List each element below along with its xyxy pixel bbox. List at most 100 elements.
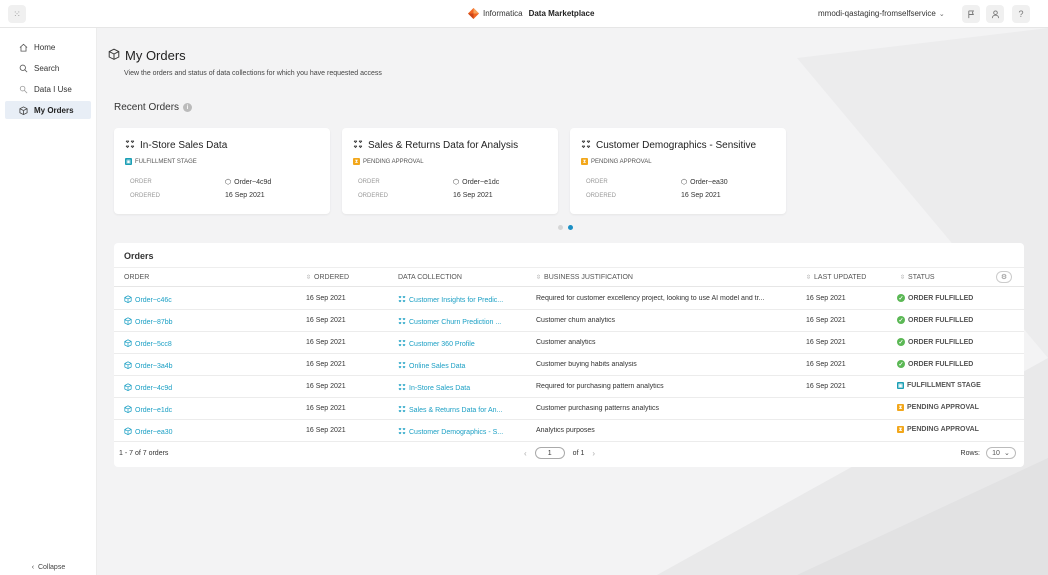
gear-icon[interactable]: ⚙ [996, 271, 1012, 283]
status-badge: ▣ FULFILLMENT STAGE [897, 382, 981, 389]
business-justification: Customer buying habits analysis [536, 361, 637, 368]
page-number-input[interactable]: 1 [534, 447, 565, 459]
sort-icon: ⇳ [306, 275, 312, 281]
table-header: ORDER ⇳ ORDERED DATA COLLECTION ⇳ BUSINESS… [114, 267, 1024, 287]
orders-panel: Orders ORDER ⇳ ORDERED DATA COLLECTION ⇳ B… [114, 243, 1024, 467]
carousel-dot[interactable] [558, 225, 563, 230]
card-title: In-Store Sales Data [140, 140, 228, 151]
status-badge: ✓ ORDER FULFILLED [897, 294, 974, 302]
order-link[interactable]: Order~4c9d [124, 383, 294, 393]
sidebar-item-my-orders[interactable]: My Orders [5, 101, 91, 119]
hourglass-icon: ⧗ [897, 426, 904, 433]
status-badge: ⧗ PENDING APPROVAL [897, 426, 979, 433]
table-row: Order~87bb 16 Sep 2021 Customer Churn Pred… [114, 310, 1024, 332]
order-link[interactable]: Order~c46c [124, 295, 294, 305]
table-row: Order~e1dc 16 Sep 2021 Sales & Returns Dat… [114, 398, 1024, 420]
column-header-data-collection[interactable]: DATA COLLECTION [398, 274, 462, 281]
table-row: Order~ea30 16 Sep 2021 Customer Demographi… [114, 420, 1024, 442]
ordered-date: 16 Sep 2021 [306, 427, 346, 434]
card-order-id: Order~4c9d [234, 178, 272, 186]
data-collection-icon [398, 405, 406, 415]
recent-order-card[interactable]: In-Store Sales Data ▣ FULFILLMENT STAGE … [114, 128, 330, 214]
package-icon: ⬡ [681, 179, 688, 186]
column-header-last-updated[interactable]: ⇳ LAST UPDATED [806, 274, 866, 281]
column-header-order[interactable]: ORDER [124, 274, 149, 281]
app-switcher-icon[interactable]: ⁙ [8, 5, 26, 23]
sidebar-item-home[interactable]: Home [5, 38, 91, 56]
chevron-left-icon[interactable]: ‹ [524, 449, 527, 458]
info-icon[interactable]: i [183, 103, 193, 112]
data-collection-link[interactable]: Customer Insights for Predic... [398, 295, 528, 305]
order-link[interactable]: Order~ea30 [124, 427, 294, 437]
data-collection-link[interactable]: Online Sales Data [398, 361, 528, 371]
card-ordered-date: 16 Sep 2021 [681, 192, 721, 199]
chevron-left-icon: ‹ [31, 564, 35, 571]
table-row: Order~5cc8 16 Sep 2021 Customer 360 Profil… [114, 332, 1024, 354]
package-icon [124, 295, 132, 305]
column-header-ordered[interactable]: ⇳ ORDERED [306, 274, 349, 281]
pagination-summary: 1 - 7 of 7 orders [119, 450, 169, 457]
card-order-id: Order~ea30 [690, 178, 728, 186]
sidebar-item-search[interactable]: Search [5, 59, 91, 77]
org-selector[interactable]: mmodi-qastaging-fromselfservice ⌄ [818, 9, 945, 18]
home-icon [18, 43, 28, 52]
product-name: Data Marketplace [528, 9, 595, 18]
sort-icon: ⇳ [806, 275, 812, 281]
help-icon[interactable]: ? [1012, 5, 1030, 23]
chevron-right-icon[interactable]: › [592, 449, 595, 458]
package-icon [124, 405, 132, 415]
page-subtitle: View the orders and status of data colle… [124, 70, 382, 77]
data-collection-link[interactable]: Customer Churn Prediction ... [398, 317, 528, 327]
card-title: Sales & Returns Data for Analysis [368, 140, 519, 151]
flag-icon[interactable] [962, 5, 980, 23]
sort-icon: ⇳ [536, 275, 542, 281]
data-collection-icon [398, 383, 406, 393]
orders-title: Orders [124, 251, 154, 261]
column-header-business-justification[interactable]: ⇳ BUSINESS JUSTIFICATION [536, 274, 633, 281]
recent-order-card[interactable]: Sales & Returns Data for Analysis ⧗ PEND… [342, 128, 558, 214]
check-circle-icon: ✓ [897, 338, 905, 346]
recent-order-card[interactable]: Customer Demographics - Sensitive ⧗ PEND… [570, 128, 786, 214]
package-icon: ⬡ [453, 179, 460, 186]
sidebar-item-label: Data I Use [34, 84, 72, 94]
chevron-down-icon: ⌄ [938, 11, 945, 18]
data-collection-link[interactable]: Sales & Returns Data for An... [398, 405, 528, 415]
order-link[interactable]: Order~87bb [124, 317, 294, 327]
data-collection-link[interactable]: Customer 360 Profile [398, 339, 528, 349]
business-justification: Customer churn analytics [536, 317, 615, 324]
hourglass-icon: ⧗ [353, 158, 360, 165]
data-collection-link[interactable]: In-Store Sales Data [398, 383, 528, 393]
carousel-dot-active[interactable] [568, 225, 573, 230]
sidebar: Home Search Data I Use My Orders ‹ Colla… [0, 28, 97, 575]
collapse-button[interactable]: ‹ Collapse [0, 564, 97, 571]
card-ordered-date: 16 Sep 2021 [453, 192, 493, 199]
order-label: ORDER [358, 179, 380, 185]
chevron-down-icon: ⌄ [1004, 450, 1010, 457]
order-link[interactable]: Order~5cc8 [124, 339, 294, 349]
business-justification: Analytics purposes [536, 427, 595, 434]
user-icon[interactable] [986, 5, 1004, 23]
package-icon [108, 48, 120, 63]
package-icon [124, 383, 132, 393]
search-icon [18, 64, 28, 73]
rows-label: Rows: [960, 449, 980, 457]
fulfillment-stage-icon: ▣ [125, 158, 132, 165]
order-link[interactable]: Order~3a4b [124, 361, 294, 371]
order-link[interactable]: Order~e1dc [124, 405, 294, 415]
ordered-date: 16 Sep 2021 [306, 339, 346, 346]
card-ordered-date: 16 Sep 2021 [225, 192, 265, 199]
sidebar-item-label: Search [34, 63, 60, 73]
sidebar-item-data-i-use[interactable]: Data I Use [5, 80, 91, 98]
top-bar: ⁙ Informatica Data Marketplace mmodi-qas… [0, 0, 1048, 28]
data-collection-link[interactable]: Customer Demographics - S... [398, 427, 528, 437]
column-header-status[interactable]: ⇳ STATUS [900, 274, 935, 281]
data-collection-icon [398, 295, 406, 305]
status-badge: ✓ ORDER FULFILLED [897, 338, 974, 346]
last-updated: 16 Sep 2021 [806, 361, 846, 368]
card-order-id: Order~e1dc [462, 178, 500, 186]
card-title: Customer Demographics - Sensitive [596, 140, 757, 151]
card-status: PENDING APPROVAL [591, 158, 652, 165]
rows-per-page-select[interactable]: 10 ⌄ [986, 447, 1016, 459]
collapse-label: Collapse [37, 564, 66, 571]
informatica-logo-icon [468, 8, 479, 19]
